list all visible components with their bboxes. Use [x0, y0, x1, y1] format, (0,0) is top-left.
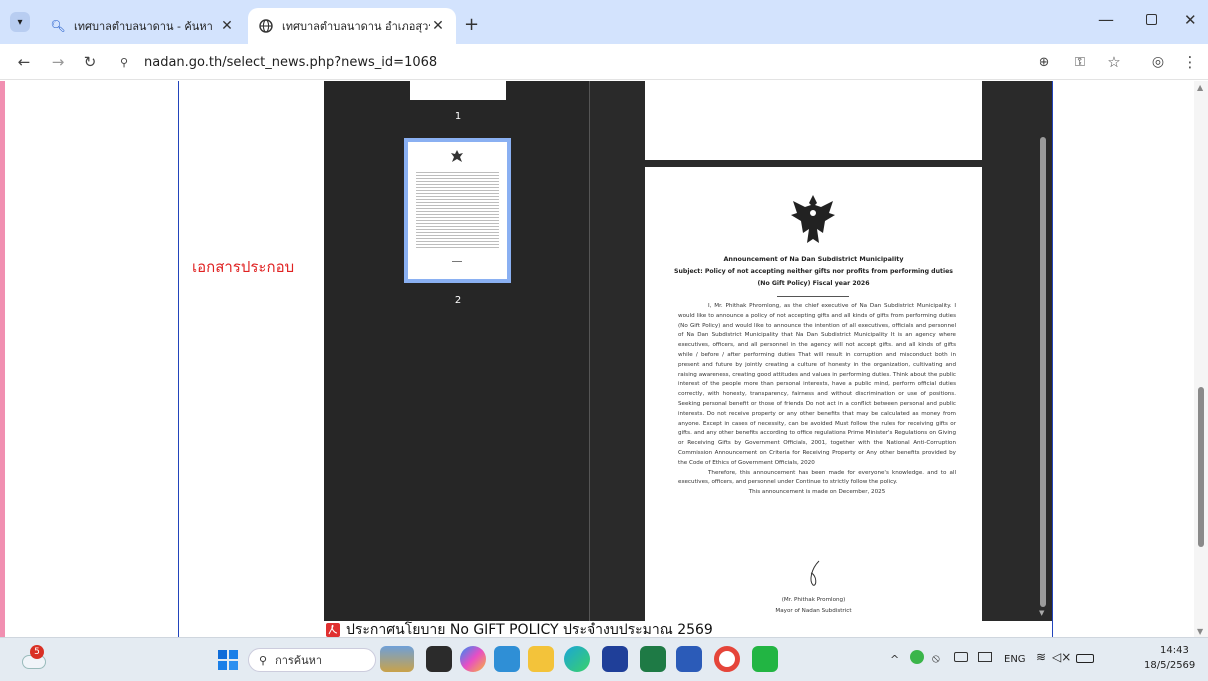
scroll-down-arrow-icon[interactable]: ▼ [1039, 609, 1044, 617]
language-indicator[interactable]: ENG [1004, 654, 1026, 665]
forward-arrow-icon[interactable]: → [46, 50, 70, 74]
tray-app-icon[interactable] [978, 652, 992, 662]
excel-icon[interactable] [640, 646, 666, 672]
reload-icon[interactable]: ↻ [78, 50, 102, 74]
battery-icon[interactable] [1076, 654, 1094, 663]
site-info-icon[interactable]: ⚲ [112, 52, 136, 72]
bookmark-star-icon[interactable]: ☆ [1102, 50, 1126, 74]
restore-icon[interactable] [1146, 14, 1157, 25]
tab-active-page[interactable]: เทศบาลตำบลนาดาน อำเภอสุวรรณคู ✕ [248, 8, 456, 44]
start-windows-icon[interactable] [218, 650, 238, 670]
task-view-icon[interactable] [426, 646, 452, 672]
tab-title: เทศบาลตำบลนาดาน อำเภอสุวรรณคู [282, 20, 430, 33]
search-icon: 🔍︎ [50, 19, 66, 33]
doc-fiscal-year: (No Gift Policy) Fiscal year 2026 [757, 280, 870, 287]
new-tab-button[interactable]: + [464, 14, 479, 35]
column-divider [1052, 81, 1053, 637]
url-text: nadan.go.th/select_news.php?news_id=1068 [144, 54, 438, 70]
web-page: เอกสารประกอบ 1 2 Announcement of Na Dan … [0, 81, 1208, 637]
word-icon[interactable] [676, 646, 702, 672]
clock-date[interactable]: 18/5/2569 [1144, 660, 1195, 671]
doc-heading: Announcement of Na Dan Subdistrict Munic… [723, 255, 904, 263]
document-pages[interactable]: Announcement of Na Dan Subdistrict Munic… [591, 81, 1052, 627]
back-arrow-icon[interactable]: ← [12, 50, 36, 74]
thumbnail-page-1[interactable] [410, 81, 506, 100]
line-app-icon[interactable] [752, 646, 778, 672]
tray-app-icon[interactable] [910, 650, 924, 664]
taskbar-search-box[interactable]: ⚲ การค้นหา [248, 648, 376, 672]
globe-icon [258, 18, 274, 34]
tab-search[interactable]: 🔍︎ เทศบาลตำบลนาดาน - ค้นหา ✕ [40, 8, 245, 44]
chrome-icon[interactable] [714, 646, 740, 672]
thumbnail-page-number: 2 [454, 295, 462, 306]
thumbnail-page-number: 1 [454, 111, 462, 122]
attachment-title: ประกาศนโยบาย No GIFT POLICY ประจำงบประมา… [346, 622, 713, 637]
close-tab-icon[interactable]: ✕ [430, 18, 446, 34]
pdf-viewer[interactable]: 1 2 Announcement of Na Dan Subdistrict M… [324, 81, 1052, 627]
doc-paragraph: I, Mr. Phithak Phromlong, as the chief e… [678, 303, 956, 466]
copilot-icon[interactable] [460, 646, 486, 672]
wifi-icon[interactable]: ≋ [1036, 650, 1046, 664]
emblem-icon [451, 150, 463, 162]
photos-app-icon[interactable] [494, 646, 520, 672]
attachment-link[interactable]: ประกาศนโยบาย No GIFT POLICY ประจำงบประมา… [326, 622, 713, 637]
column-divider [178, 81, 179, 637]
search-icon: ⚲ [259, 653, 268, 667]
volume-icon[interactable]: ◁× [1052, 650, 1071, 664]
scroll-thumb[interactable] [1040, 137, 1046, 607]
scroll-down-arrow-icon[interactable]: ▼ [1197, 627, 1203, 636]
keyboard-icon[interactable] [954, 652, 968, 662]
doc-paragraph: Therefore, this announcement has been ma… [678, 469, 956, 486]
close-tab-icon[interactable]: ✕ [219, 18, 235, 34]
landscape-widget-icon[interactable] [380, 646, 414, 672]
tray-app-icon[interactable]: ⦸ [932, 651, 940, 666]
scroll-thumb[interactable] [1198, 387, 1204, 547]
app-icon[interactable] [602, 646, 628, 672]
tab-strip: ▾ 🔍︎ เทศบาลตำบลนาดาน - ค้นหา ✕ เทศบาลตำบ… [0, 0, 1208, 44]
password-key-icon[interactable]: ⚿ [1068, 50, 1092, 74]
profile-icon[interactable]: ◎ [1146, 50, 1170, 74]
doc-subject: Subject: Policy of not accepting neither… [674, 268, 953, 275]
weather-badge: 5 [30, 645, 44, 659]
pdf-page-2: Announcement of Na Dan Subdistrict Munic… [645, 167, 982, 627]
viewer-scrollbar[interactable]: ▼ [1034, 81, 1052, 621]
signer-name: (Mr. Phithak Promlong) [781, 597, 846, 603]
file-explorer-icon[interactable] [528, 646, 554, 672]
doc-body: I, Mr. Phithak Phromlong, as the chief e… [678, 302, 956, 498]
edge-browser-icon[interactable] [564, 646, 590, 672]
pdf-page-1-bottom [645, 81, 982, 160]
doc-divider [777, 296, 849, 297]
signer-title: Mayor of Nadan Subdistrict [775, 608, 852, 614]
weather-widget[interactable]: 5 [20, 645, 50, 673]
thumbnail-text-lines [416, 170, 499, 248]
left-accent-bar [0, 81, 5, 637]
taskbar-search-placeholder: การค้นหา [275, 654, 323, 667]
clock-time[interactable]: 14:43 [1160, 645, 1189, 656]
thumbnail-page-2[interactable] [404, 138, 511, 283]
attachment-label: เอกสารประกอบ [192, 258, 295, 276]
doc-date-line: This announcement is made on December, 2… [748, 489, 886, 496]
menu-kebab-icon[interactable]: ⋮ [1178, 50, 1202, 74]
thumbnail-sidebar[interactable]: 1 2 [324, 81, 590, 621]
address-bar[interactable]: ⚲ nadan.go.th/select_news.php?news_id=10… [110, 48, 1040, 76]
tray-overflow-icon[interactable]: ^ [890, 653, 899, 666]
garuda-emblem-icon [791, 195, 835, 243]
pdf-file-icon [326, 623, 340, 637]
thumbnail-signature [452, 254, 462, 262]
minimize-icon[interactable]: — [1098, 10, 1114, 29]
tab-title: เทศบาลตำบลนาดาน - ค้นหา [74, 20, 213, 33]
close-window-icon[interactable]: ✕ [1184, 11, 1197, 29]
page-scrollbar[interactable]: ▲ ▼ [1194, 81, 1208, 637]
scroll-up-arrow-icon[interactable]: ▲ [1197, 83, 1203, 92]
tab-search-button[interactable]: ▾ [10, 12, 30, 32]
signature-image [810, 560, 820, 586]
